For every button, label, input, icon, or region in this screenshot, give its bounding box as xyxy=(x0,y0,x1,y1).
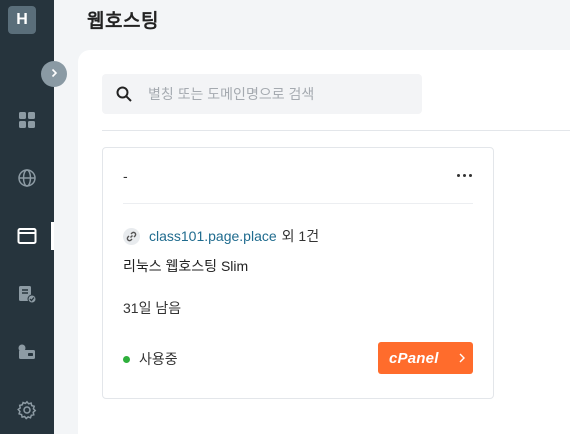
sidebar-item-billing[interactable] xyxy=(0,274,54,314)
search-icon xyxy=(114,84,134,104)
hosting-card[interactable]: - class101.page.place 외 1건 리눅스 웹호스팅 Slim… xyxy=(102,147,494,399)
dot xyxy=(462,173,466,177)
more-options-button[interactable] xyxy=(453,166,475,184)
page-title: 웹호스팅 xyxy=(87,11,159,32)
dot xyxy=(456,173,460,177)
hosting-alias: - xyxy=(123,168,128,184)
sidebar-item-domains[interactable] xyxy=(0,158,54,198)
domain-link[interactable]: class101.page.place xyxy=(149,228,277,244)
search-bar xyxy=(102,74,422,114)
card-divider xyxy=(123,203,473,204)
days-remaining: 31일 남음 xyxy=(123,300,182,316)
product-name: 리눅스 웹호스팅 Slim xyxy=(123,258,249,274)
chevron-right-icon xyxy=(458,351,466,369)
sidebar-item-hosting[interactable] xyxy=(0,216,54,256)
cpanel-logo: cPanel xyxy=(389,349,439,367)
sidebar-item-settings[interactable] xyxy=(0,390,54,430)
gear-icon xyxy=(17,400,37,420)
divider xyxy=(102,130,570,131)
sidebar-collapse-button[interactable] xyxy=(41,61,67,87)
grid-icon xyxy=(18,111,36,129)
document-check-icon xyxy=(17,284,37,304)
dot xyxy=(468,173,472,177)
sidebar-item-payment[interactable] xyxy=(0,332,54,372)
chevron-right-icon xyxy=(49,65,59,83)
active-indicator xyxy=(51,222,54,250)
globe-icon xyxy=(17,168,37,188)
browser-window-icon xyxy=(17,227,37,245)
search-input[interactable] xyxy=(148,86,398,102)
brand-logo[interactable]: H xyxy=(8,6,36,34)
domain-extra-count: 외 1건 xyxy=(281,228,320,244)
cpanel-button[interactable]: cPanel xyxy=(378,342,473,374)
status-indicator: 사용중 xyxy=(123,349,178,369)
status-label: 사용중 xyxy=(139,351,178,367)
sidebar-item-dashboard[interactable] xyxy=(0,100,54,140)
wallet-card-icon xyxy=(17,343,37,361)
status-dot xyxy=(123,355,130,363)
link-icon xyxy=(123,227,140,245)
domain-row: class101.page.place 외 1건 xyxy=(123,226,319,246)
